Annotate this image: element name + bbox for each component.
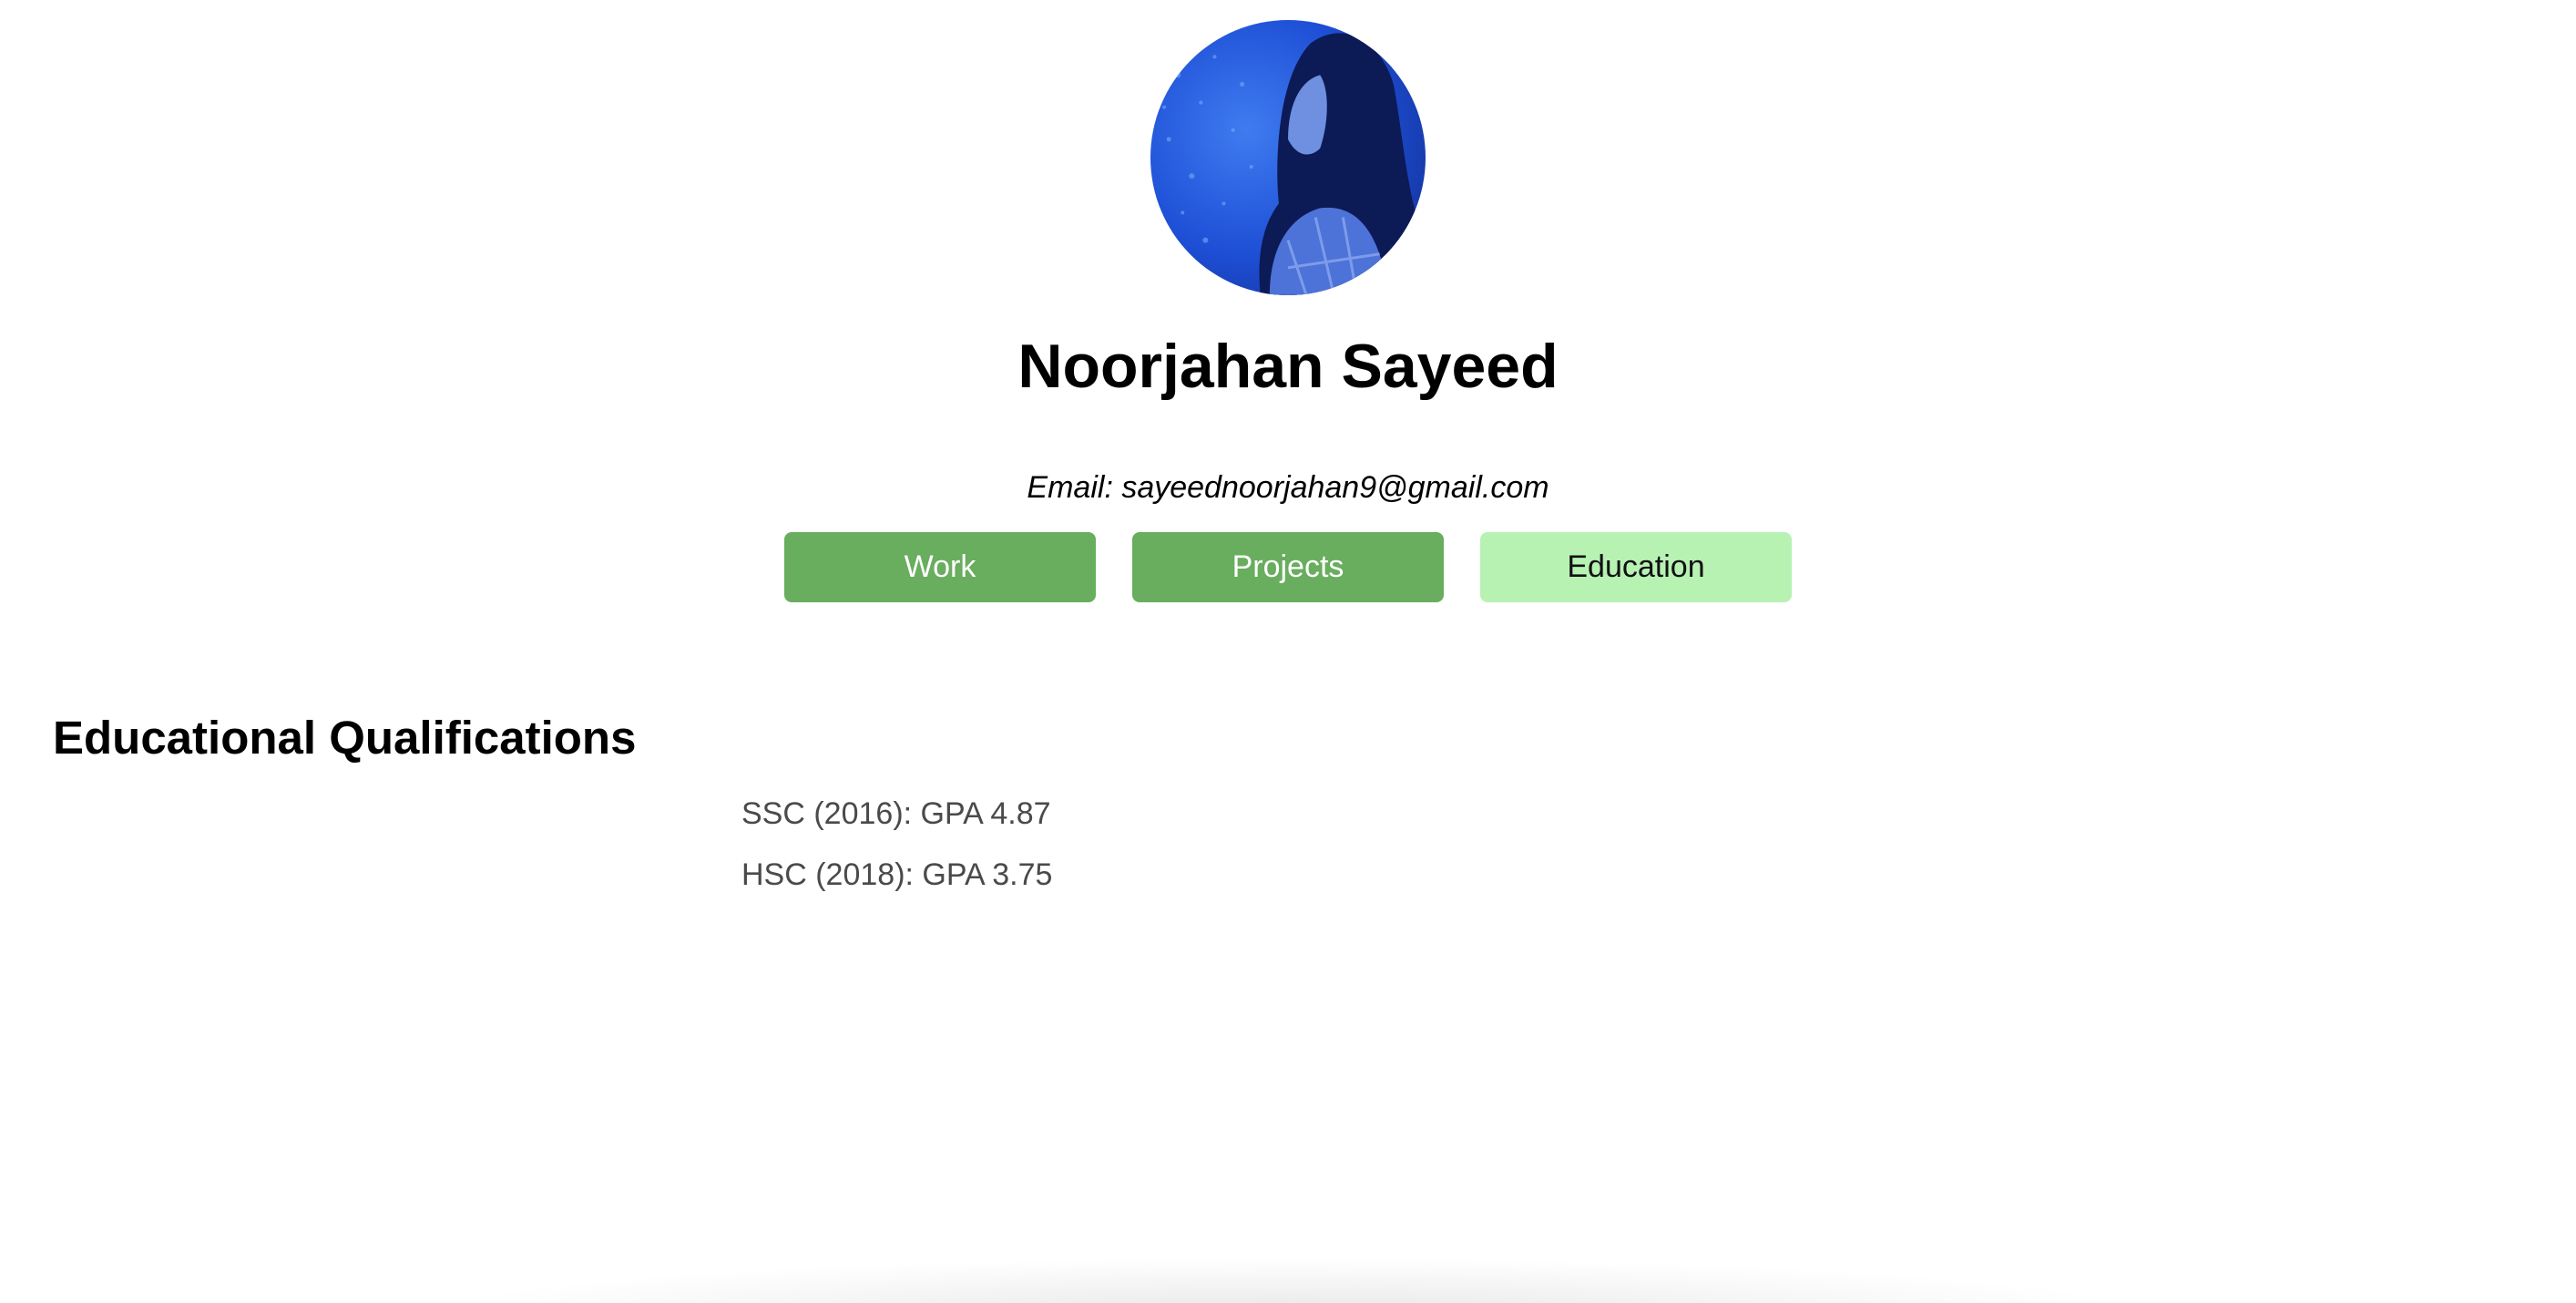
education-section-title: Educational Qualifications	[53, 712, 637, 764]
tab-work[interactable]: Work	[784, 532, 1096, 602]
profile-email: Email: sayeednoorjahan9@gmail.com	[1027, 470, 1549, 505]
profile-name: Noorjahan Sayeed	[1017, 332, 1559, 401]
section-tabs: Work Projects Education	[0, 532, 2576, 602]
education-list: SSC (2016): GPA 4.87 HSC (2018): GPA 3.7…	[741, 795, 1052, 918]
profile-avatar	[1150, 20, 1426, 295]
tab-education[interactable]: Education	[1480, 532, 1792, 602]
tab-projects[interactable]: Projects	[1132, 532, 1444, 602]
education-item-ssc: SSC (2016): GPA 4.87	[741, 796, 1051, 831]
footer-shadow	[428, 1257, 2150, 1303]
portfolio-page: Noorjahan Sayeed Email: sayeednoorjahan9…	[0, 0, 2576, 1303]
education-item-hsc: HSC (2018): GPA 3.75	[741, 857, 1053, 892]
